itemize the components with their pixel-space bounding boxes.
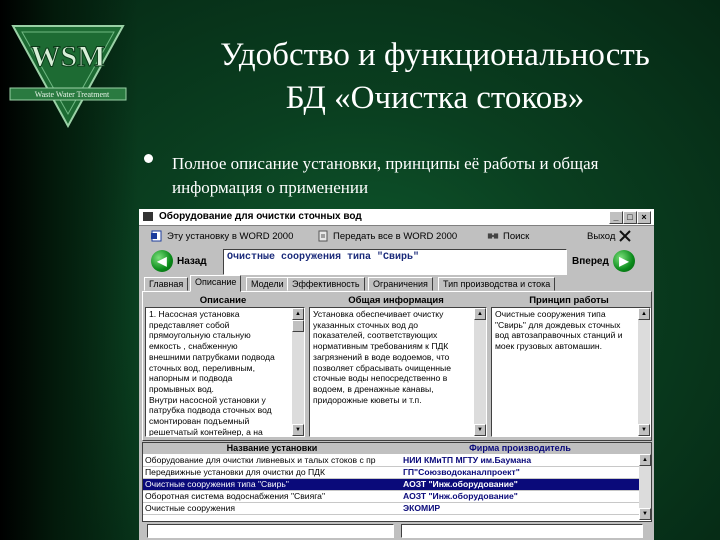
- search-label: Поиск: [503, 230, 530, 242]
- tab-panel: Описание Общая информация Принцип работы…: [142, 291, 652, 441]
- table-scrollbar[interactable]: ▲ ▼: [639, 454, 651, 520]
- row-maker: НИИ КМиТП МГТУ им.Баумана: [403, 455, 532, 465]
- general-info-scrollbar[interactable]: ▲ ▼: [474, 308, 486, 436]
- search-icon: [487, 233, 499, 239]
- row-name: Оборудование для очистки ливневых и талы…: [145, 455, 376, 465]
- slide-title-line1: Удобство и функциональность: [220, 37, 650, 73]
- scroll-down-icon[interactable]: ▼: [638, 424, 650, 436]
- equipment-table: Название установки Фирма производитель О…: [142, 442, 652, 522]
- description-memo[interactable]: 1. Насосная установка представляет собой…: [145, 307, 305, 437]
- general-info-memo[interactable]: Установка обеспечивает очистку указанных…: [309, 307, 487, 437]
- back-button[interactable]: ◀ Назад: [151, 249, 207, 273]
- row-maker: ГП"Союзводоканалпроект": [403, 467, 520, 477]
- scroll-up-icon[interactable]: ▲: [638, 308, 650, 320]
- arrow-right-icon: ▶: [612, 250, 635, 272]
- row-maker: АОЗТ "Инж.оборудование": [403, 491, 518, 501]
- app-window: Оборудование для очистки сточных вод _ □…: [139, 209, 654, 540]
- export-word-button[interactable]: Эту установку в WORD 2000: [151, 228, 293, 244]
- filter-field-maker[interactable]: [401, 524, 643, 538]
- scroll-up-icon[interactable]: ▲: [639, 454, 651, 466]
- tab-description[interactable]: Описание: [190, 275, 242, 292]
- principle-memo[interactable]: Очистные сооружения типа "Свирь" для дож…: [491, 307, 651, 437]
- search-button[interactable]: Поиск: [487, 228, 529, 244]
- export-all-word-label: Передать все в WORD 2000: [333, 230, 458, 242]
- description-scrollbar[interactable]: ▲ ▼: [292, 308, 304, 436]
- principle-header: Принцип работы: [529, 295, 609, 306]
- row-name: Оборотная система водоснабжения "Свияга": [145, 491, 326, 501]
- arrow-left-icon: ◀: [151, 250, 173, 272]
- principle-scrollbar[interactable]: ▲ ▼: [638, 308, 650, 436]
- exit-button[interactable]: Выход: [587, 228, 632, 244]
- current-name-field[interactable]: Очистные сооружения типа "Свирь": [223, 249, 567, 275]
- minimize-button[interactable]: _: [609, 211, 623, 224]
- slide-title-line2: БД «Очистка стоков»: [285, 80, 585, 116]
- tab-limitations[interactable]: Ограничения: [368, 277, 433, 291]
- window-title: Оборудование для очистки сточных вод: [159, 211, 362, 222]
- export-word-label: Эту установку в WORD 2000: [167, 230, 294, 242]
- table-header: Название установки Фирма производитель: [143, 443, 651, 454]
- toolbar: Эту установку в WORD 2000 Передать все в…: [139, 226, 654, 246]
- tab-production-type[interactable]: Тип производства и стока: [438, 277, 556, 291]
- row-maker: АОЗТ "Инж.оборудование": [403, 479, 518, 489]
- maximize-button[interactable]: □: [623, 211, 637, 224]
- current-name-text: Очистные сооружения типа "Свирь": [227, 252, 420, 263]
- col-maker-header[interactable]: Фирма производитель: [401, 443, 639, 454]
- forward-button[interactable]: Вперед ▶: [572, 249, 635, 273]
- forward-label: Вперед: [572, 255, 609, 267]
- general-info-text: Установка обеспечивает очистку указанных…: [313, 309, 452, 405]
- logo-ribbon-text: Waste Water Treatment: [35, 90, 110, 99]
- table-row[interactable]: Очистные сооружения ЭКОМИР: [143, 503, 639, 515]
- logo-letters: WSM: [31, 40, 106, 73]
- table-row[interactable]: Оборудование для очистки ливневых и талы…: [143, 455, 639, 467]
- app-icon: [143, 212, 153, 221]
- scroll-down-icon[interactable]: ▼: [474, 424, 486, 436]
- slide-title: Удобство и функциональность БД «Очистка …: [150, 34, 720, 120]
- bullet-text: Полное описание установки, принципы её р…: [172, 154, 599, 197]
- clipboard-icon: [318, 230, 328, 242]
- description-text: 1. Насосная установка представляет собой…: [149, 309, 275, 437]
- col-name-header[interactable]: Название установки: [143, 443, 401, 454]
- scroll-down-icon[interactable]: ▼: [292, 424, 304, 436]
- table-row[interactable]: Передвижные установки для очистки до ПДК…: [143, 467, 639, 479]
- row-maker: ЭКОМИР: [403, 503, 441, 513]
- window-titlebar: Оборудование для очистки сточных вод _ □…: [139, 209, 654, 226]
- principle-text: Очистные сооружения типа "Свирь" для дож…: [495, 309, 623, 352]
- table-row[interactable]: Оборотная система водоснабжения "Свияга"…: [143, 491, 639, 503]
- description-header: Описание: [199, 295, 247, 306]
- scroll-up-icon[interactable]: ▲: [292, 308, 304, 320]
- wsm-logo: WSM Waste Water Treatment: [9, 25, 127, 128]
- exit-label: Выход: [587, 230, 616, 242]
- row-name: Очистные сооружения: [145, 503, 236, 513]
- tab-main[interactable]: Главная: [144, 277, 189, 291]
- general-info-header: Общая информация: [348, 295, 444, 306]
- tab-strip: Главная Описание Модели Эффективность Ог…: [142, 275, 652, 292]
- scroll-thumb[interactable]: [292, 320, 304, 332]
- export-all-word-button[interactable]: Передать все в WORD 2000: [317, 228, 457, 244]
- word-doc-icon: [151, 230, 162, 242]
- scroll-up-icon[interactable]: ▲: [474, 308, 486, 320]
- row-name: Очистные сооружения типа "Свирь": [145, 479, 289, 489]
- tab-efficiency[interactable]: Эффективность: [287, 277, 365, 291]
- close-button[interactable]: ×: [637, 211, 651, 224]
- back-label: Назад: [177, 255, 207, 267]
- scroll-down-icon[interactable]: ▼: [639, 508, 651, 520]
- filter-field-name[interactable]: [147, 524, 394, 538]
- bullet-dot: [144, 154, 153, 163]
- close-x-icon: [619, 230, 632, 242]
- row-name: Передвижные установки для очистки до ПДК: [145, 467, 326, 477]
- tab-models[interactable]: Модели: [246, 277, 289, 291]
- table-row-selected[interactable]: Очистные сооружения типа "Свирь" АОЗТ "И…: [143, 479, 639, 491]
